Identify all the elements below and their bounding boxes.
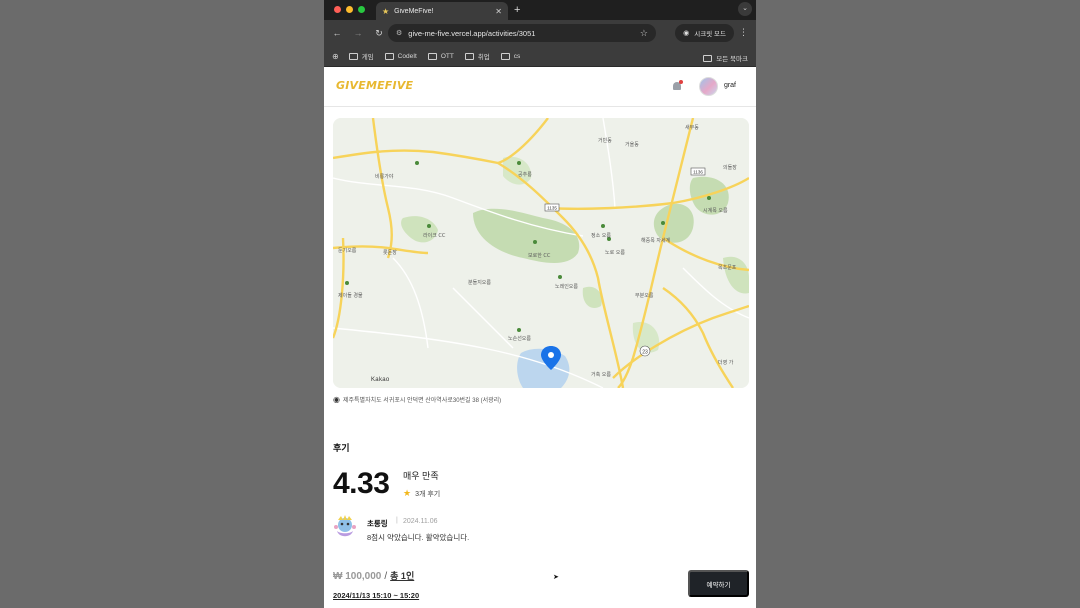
reserve-button[interactable]: 예약하기 — [688, 570, 749, 597]
mouse-cursor-icon: ➤ — [553, 574, 559, 581]
bookmark-label: cs — [513, 52, 521, 60]
folder-icon — [348, 52, 358, 60]
bookmark-folder[interactable]: 취업 — [464, 51, 490, 61]
map-place-label: 노레인오름 — [555, 283, 578, 290]
svg-text:23: 23 — [642, 350, 648, 356]
bookmark-label: CodeIt — [397, 52, 417, 60]
map-place-label: 분돌지오름 — [468, 279, 491, 286]
map-place-label: 더영 가 — [718, 359, 734, 366]
bookmarks-bar: ⊕ 게임 CodeIt OTT 취업 cs 모든 북마크 — [324, 46, 756, 67]
divider: | — [396, 517, 398, 524]
map-place-label: 노손선오름 — [508, 335, 531, 342]
back-button[interactable]: ← — [330, 28, 344, 38]
map-canvas[interactable]: 1135 1136 23 비룡가야 공추롱거욜동새부동의돌장거빈동라이크 CC롯… — [333, 118, 749, 388]
incognito-indicator[interactable]: ◉ 시크릿 모드 — [675, 24, 734, 42]
bookmark-label: OTT — [440, 52, 454, 60]
browser-toolbar: ← → ↻ ⚙ give-me-five.vercel.app/activiti… — [324, 20, 756, 46]
map-place-label: 거욜동 — [625, 141, 639, 148]
browser-window: ★ GiveMeFive! ✕ + ⌄ ← → ↻ ⚙ give-me-five… — [324, 0, 756, 608]
url-text[interactable]: give-me-five.vercel.app/activities/3051 — [408, 29, 640, 38]
map-place-label: 거축 오름 — [591, 371, 611, 378]
browser-tab[interactable]: ★ GiveMeFive! ✕ — [376, 2, 508, 20]
average-rating: 4.33 — [333, 467, 390, 500]
browser-menu-icon[interactable]: ⋮ — [739, 27, 748, 38]
map-place-label: 노로 오름 — [605, 250, 625, 256]
map-place-label: 목초문포 — [718, 265, 737, 271]
map-place-label: 시계목 오름 — [703, 207, 728, 214]
price: ₩ 100,000 — [333, 571, 382, 582]
map-place-label: 정소 오름 — [591, 232, 611, 239]
all-bookmarks-label: 모든 북마크 — [716, 56, 748, 63]
schedule-selector[interactable]: 2024/11/13 15:10 ~ 15:20 — [333, 591, 419, 600]
map-place-label: 롯돈장 — [383, 249, 397, 256]
new-tab-button[interactable]: + — [514, 3, 520, 17]
site-info-icon[interactable]: ⚙ — [396, 29, 402, 37]
price-separator: / — [384, 571, 388, 582]
map-place-label: 보로한 CC — [528, 253, 551, 259]
window-close-button[interactable] — [334, 6, 341, 13]
reviewer-avatar — [333, 515, 357, 541]
review-content: 8점시 약았습니다. 활약았습니다. — [367, 533, 470, 542]
folder-icon — [427, 52, 437, 60]
map-place-label: 제이돌 경물 — [338, 292, 363, 299]
map-place-label: 무분오름 — [635, 293, 654, 299]
review-count-label: 3개 후기 — [415, 490, 441, 498]
tab-strip: ★ GiveMeFive! ✕ + ⌄ — [324, 0, 756, 20]
map-place-label: 의돌장 — [723, 164, 737, 171]
bookmark-star-icon[interactable]: ☆ — [640, 28, 648, 39]
reload-button[interactable]: ↻ — [372, 28, 386, 39]
reviews-heading: 후기 — [333, 443, 350, 453]
bookmark-label: 취업 — [477, 54, 490, 61]
review-date: 2024.11.06 — [403, 518, 438, 525]
avatar[interactable] — [699, 77, 718, 96]
favicon-icon: ★ — [382, 6, 390, 16]
site-header: GIVEMEFIVE graf — [324, 67, 756, 107]
folder-icon — [500, 52, 510, 60]
star-icon: ★ — [403, 488, 412, 498]
map-provider-wordmark: Kakao — [371, 377, 390, 383]
svg-text:1136: 1136 — [693, 170, 703, 175]
username[interactable]: graf — [724, 82, 736, 89]
bookmark-folder[interactable]: OTT — [427, 52, 454, 60]
bookmark-folder[interactable]: 게임 — [348, 51, 374, 61]
map-place-label: 둔기오름 — [338, 247, 357, 254]
reservation-summary: ₩ 100,000 / 총 1인 — [333, 569, 414, 582]
reviewer-name: 초롱링 — [367, 519, 388, 528]
activity-map[interactable]: 1135 1136 23 비룡가야 공추롱 거욜동 새부동 의돌장 거빈동 라이… — [333, 118, 749, 388]
headcount-selector[interactable]: 총 1인 — [390, 569, 414, 582]
address-bar[interactable]: ⚙ give-me-five.vercel.app/activities/305… — [388, 24, 656, 42]
map-place-label: 해중목 자세계 — [641, 237, 671, 244]
window-maximize-button[interactable] — [358, 6, 365, 13]
map-place-label: 공추롱 — [518, 172, 532, 178]
svg-text:1135: 1135 — [547, 206, 557, 211]
map-place-label: 라이크 CC — [423, 232, 446, 239]
tab-title: GiveMeFive! — [394, 7, 434, 15]
notification-bell-icon[interactable] — [672, 80, 683, 91]
incognito-icon: ◉ — [683, 30, 690, 37]
site-logo[interactable]: GIVEMEFIVE — [336, 79, 413, 92]
bookmark-label: 게임 — [361, 54, 374, 61]
globe-icon[interactable]: ⊕ — [332, 52, 339, 61]
page-content: GIVEMEFIVE graf 1135 1136 23 비룡가야 공추롱 거욜… — [324, 67, 756, 608]
all-bookmarks-button[interactable]: 모든 북마크 — [703, 53, 748, 63]
map-place-label: 거빈동 — [598, 137, 612, 144]
incognito-label: 시크릿 모드 — [694, 31, 726, 38]
activity-address: ◉ 제주특별자치도 서귀포시 안덕면 산아역사로30번길 38 (서광리) — [333, 395, 501, 404]
folder-icon — [703, 54, 713, 62]
location-pin-icon: ◉ — [333, 395, 340, 404]
folder-icon — [464, 52, 474, 60]
window-minimize-button[interactable] — [346, 6, 353, 13]
review-count: ★ 3개 후기 — [403, 488, 440, 499]
bookmark-folder[interactable]: CodeIt — [384, 52, 417, 60]
rating-descriptor: 매우 만족 — [403, 471, 439, 481]
tab-search-button[interactable]: ⌄ — [738, 2, 752, 16]
map-place-label: 비룡가야 — [375, 173, 394, 180]
tab-close-icon[interactable]: ✕ — [495, 7, 502, 16]
bookmark-folder[interactable]: cs — [500, 52, 521, 60]
folder-icon — [384, 52, 394, 60]
forward-button[interactable]: → — [351, 28, 365, 38]
map-place-label: 새부동 — [685, 124, 699, 131]
address-text: 제주특별자치도 서귀포시 안덕면 산아역사로30번길 38 (서광리) — [342, 398, 502, 404]
